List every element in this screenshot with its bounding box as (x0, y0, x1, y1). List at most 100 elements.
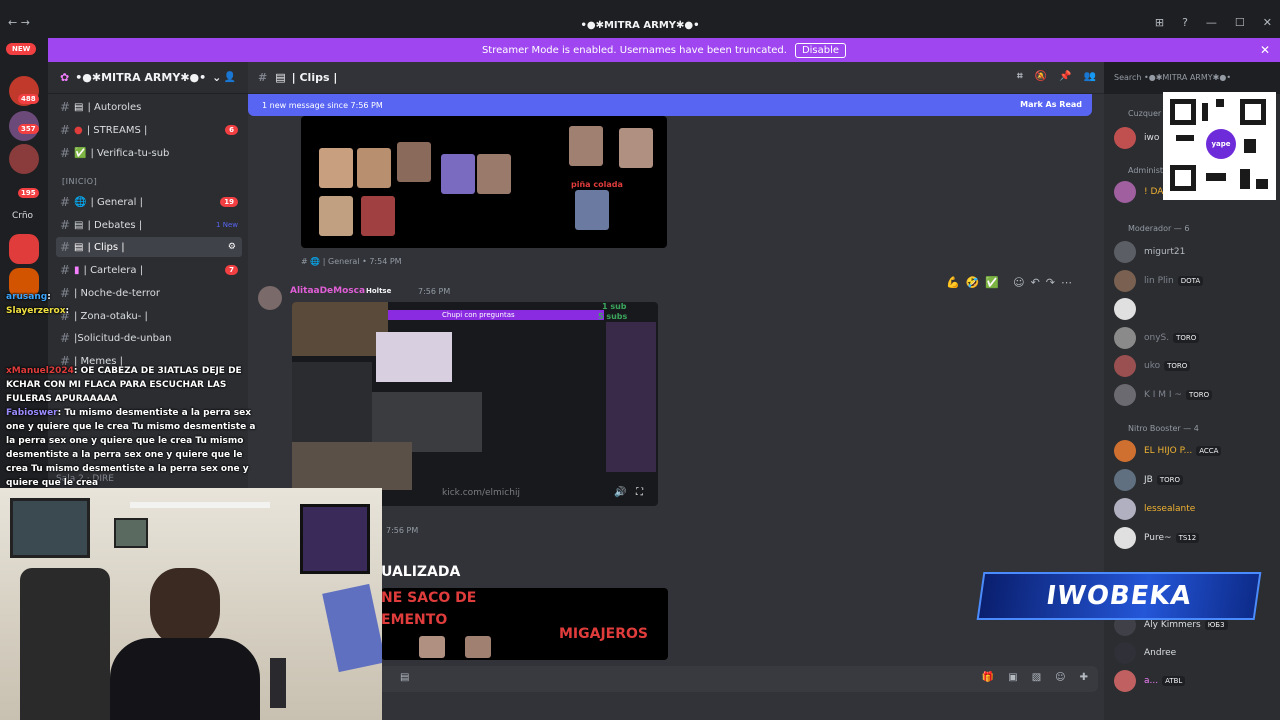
avatar (1114, 642, 1136, 664)
apps-icon[interactable]: ✚ (1080, 672, 1088, 683)
member-item[interactable]: K I M I ~ TORO (1114, 383, 1213, 407)
face-thumb (397, 142, 431, 182)
member-item[interactable]: Andree (1114, 641, 1176, 665)
channel-streams[interactable]: # ● | STREAMS | 6 (56, 120, 242, 140)
channel-topbar: # ▤ | Clips | ⌗ 🔕 📌 👥 (248, 62, 1104, 94)
close-window-button[interactable]: ✕ (1263, 16, 1272, 29)
emoji-add-icon[interactable]: ☺ (1013, 276, 1024, 289)
clapper-icon: ▤ (74, 241, 84, 253)
member-item[interactable]: lin Plin DOTA (1114, 269, 1204, 293)
more-icon[interactable]: ⋯ (1061, 276, 1072, 289)
channel-label: | Cartelera | (83, 264, 144, 276)
avatar (1114, 270, 1136, 292)
emoji-icon[interactable]: ☺ (1055, 672, 1065, 683)
doc-icon: ▤ (74, 101, 84, 113)
fullscreen-icon[interactable]: ⛶ (636, 487, 643, 498)
member-item[interactable]: migurt21 (1114, 240, 1185, 264)
help-icon[interactable]: ? (1182, 16, 1188, 29)
member-name: a... (1144, 676, 1159, 686)
reaction-emoji[interactable]: ✅ (985, 276, 999, 289)
qr-finder (1170, 99, 1196, 125)
channel-general[interactable]: # 🌐 | General | 19 (56, 192, 242, 212)
new-pill[interactable]: NEW (6, 43, 37, 55)
hash-icon: # (60, 100, 71, 114)
face-thumb (357, 148, 391, 188)
chat-user: xManuel2024 (6, 366, 74, 376)
members-icon[interactable]: 👥 (1084, 71, 1096, 82)
member-item[interactable]: JB TORO (1114, 468, 1184, 492)
member-item[interactable]: lessealante (1114, 497, 1195, 521)
search-input[interactable]: Search •●✱MITRA ARMY✱●• (1108, 68, 1274, 88)
inbox-icon[interactable]: ⊞ (1155, 16, 1164, 29)
new-message-bar[interactable]: 1 new message since 7:56 PM Mark As Read (248, 94, 1092, 116)
member-item[interactable]: ! DA (1114, 180, 1163, 204)
forward-meta[interactable]: # 🌐 | General • 7:54 PM (301, 257, 402, 266)
embed-url[interactable]: kick.com/elmichij (442, 488, 520, 498)
globe-icon: 🌐 (74, 196, 87, 208)
server-name: •●✱MITRA ARMY✱●• (75, 71, 207, 84)
member-item[interactable]: iwo (1114, 126, 1159, 150)
mark-as-read-button[interactable]: Mark As Read (1020, 100, 1082, 109)
video-panel (292, 362, 372, 442)
server-label[interactable]: Crño (12, 211, 33, 221)
member-name: migurt21 (1144, 247, 1186, 257)
reply-icon[interactable]: ↶ (1031, 276, 1040, 289)
hash-icon: # (60, 146, 71, 160)
member-item[interactable]: EL HIJO P... ACCA (1114, 439, 1222, 463)
forward-icon[interactable]: ↷ (1046, 276, 1055, 289)
member-item[interactable] (1114, 297, 1144, 321)
channel-clips[interactable]: # ▤ | Clips | ⚙ (56, 237, 242, 257)
streamer-mode-banner: Streamer Mode is enabled. Usernames have… (48, 38, 1280, 62)
forward-channel: General (328, 257, 360, 266)
channel-verifica[interactable]: # ✅ | Verifica-tu-sub (56, 143, 242, 163)
server-header[interactable]: ✿ •●✱MITRA ARMY✱●• ⌄ 👤 (48, 62, 248, 94)
message-time: 7:56 PM (386, 526, 419, 535)
window-title: •●✱MITRA ARMY✱●• (580, 20, 700, 31)
server-icon[interactable] (9, 144, 39, 174)
subs-count: 5 subs (598, 312, 628, 321)
threads-icon[interactable]: ⌗ (1017, 71, 1023, 82)
face-thumb (465, 636, 491, 658)
gear-icon[interactable]: ⚙ (228, 242, 236, 252)
gif-icon[interactable]: ▣ (1008, 672, 1017, 683)
member-item[interactable]: onyS. TORO (1114, 326, 1200, 350)
channel-autoroles[interactable]: # ▤ | Autoroles (56, 97, 242, 117)
qr-module (1206, 173, 1226, 181)
video-panel (292, 442, 412, 490)
pin-icon[interactable]: 📌 (1059, 71, 1071, 82)
sticker-icon[interactable]: ▧ (1032, 672, 1041, 683)
video-embed[interactable]: Chupi con preguntas 1 sub 5 subs kick.co… (292, 302, 658, 506)
member-item[interactable]: uko TORO (1114, 354, 1191, 378)
image-text: EMENTO (381, 612, 448, 628)
window-controls: ⊞ ? — ☐ ✕ (1155, 16, 1272, 29)
red-dot-icon: ● (74, 124, 83, 136)
avatar (1114, 241, 1136, 263)
image-caption: UALIZADA (381, 564, 461, 580)
message-composer[interactable]: ▤ 🎁 ▣ ▧ ☺ ✚ (378, 666, 1098, 692)
category-inicio[interactable]: [INICIO] (62, 177, 97, 186)
message-image[interactable]: piña colada (301, 116, 667, 248)
member-item[interactable]: Pure~ TS12 (1114, 526, 1200, 550)
reaction-emoji[interactable]: 🤣 (966, 276, 980, 289)
volume-icon[interactable]: 🔊 (614, 487, 626, 498)
maximize-button[interactable]: ☐ (1235, 16, 1245, 29)
close-icon[interactable]: ✕ (1260, 43, 1270, 57)
member-name: Pure~ (1144, 533, 1172, 543)
disable-button[interactable]: Disable (794, 42, 847, 58)
message-author[interactable]: AlitaaDeMosca (290, 286, 365, 296)
reaction-emoji[interactable]: 💪 (946, 276, 960, 289)
member-tag: TORO (1173, 333, 1200, 343)
chair (20, 568, 110, 720)
server-icon[interactable] (9, 234, 39, 264)
add-user-icon[interactable]: 👤 (224, 72, 236, 83)
sub-count: 1 sub (602, 302, 627, 311)
minimize-button[interactable]: — (1206, 16, 1217, 29)
member-name: lin Plin (1144, 276, 1174, 286)
member-item[interactable]: a... ATBL (1114, 669, 1186, 693)
message-image[interactable]: NE SACO DE EMENTO MIGAJEROS (381, 588, 668, 660)
channel-cartelera[interactable]: # ▮ | Cartelera | 7 (56, 260, 242, 280)
gift-icon[interactable]: 🎁 (982, 672, 994, 683)
channel-debates[interactable]: # ▤ | Debates | 1 New (56, 215, 242, 235)
mute-icon[interactable]: 🔕 (1035, 71, 1047, 82)
face-thumb (319, 196, 353, 236)
